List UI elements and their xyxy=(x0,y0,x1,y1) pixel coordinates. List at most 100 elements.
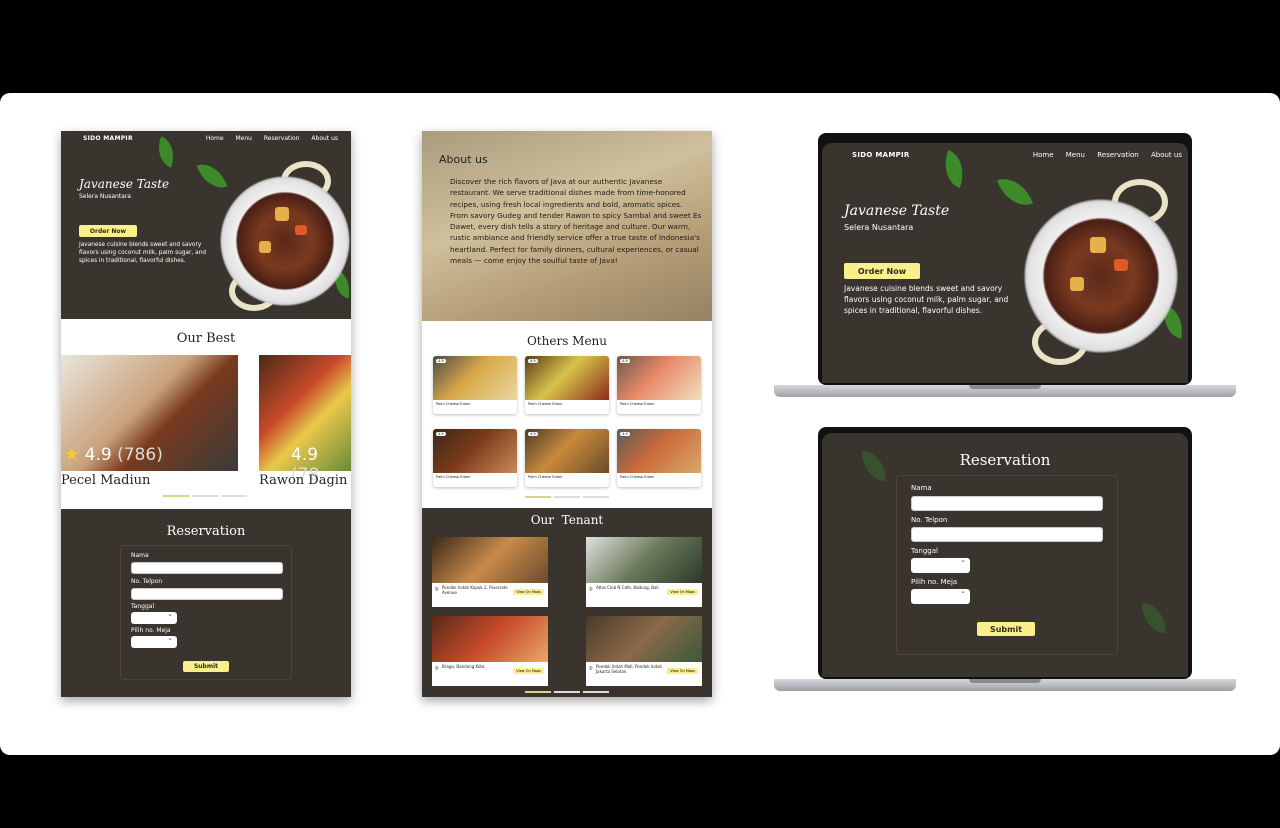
phone-input[interactable] xyxy=(911,527,1103,542)
leaf-decoration xyxy=(196,158,228,194)
laptop-screen: Reservation Nama No. Telpon Tanggal Pili… xyxy=(822,433,1188,677)
nav-home[interactable]: Home xyxy=(206,135,224,142)
name-label: Nama xyxy=(911,484,932,492)
reservation-form: Nama No. Telpon Tanggal Pilih no. Meja S… xyxy=(896,475,1118,655)
view-map-button[interactable]: View On Maps xyxy=(667,589,698,595)
view-map-button[interactable]: View On Maps xyxy=(513,589,544,595)
tenant-card[interactable]: ⌾ Pondok Indah Mall, Pondok Indah Jakart… xyxy=(586,616,702,686)
date-label: Tanggal xyxy=(131,603,155,610)
submit-button[interactable]: Submit xyxy=(183,661,229,672)
laptop-reservation-mockup: Reservation Nama No. Telpon Tanggal Pili… xyxy=(818,427,1192,679)
dish-name[interactable]: Rawon Dagin xyxy=(259,473,347,488)
menu-card[interactable]: 4.9 Palm Cheese Edam xyxy=(433,429,517,487)
rating-badge: 4.9 xyxy=(620,432,630,436)
laptop-base xyxy=(774,679,1236,691)
star-icon: ★ xyxy=(64,445,80,465)
order-now-button[interactable]: Order Now xyxy=(844,263,920,279)
laptop-hero-mockup: SIDO MAMPIR Home Menu Reservation About … xyxy=(818,133,1192,385)
menu-card[interactable]: 4.9 Palm Cheese Edam xyxy=(525,429,609,487)
tenant-card[interactable]: ⌾ Pondok Indah Kapuk 2, Riverside Avenue… xyxy=(432,537,548,607)
nav-reservation[interactable]: Reservation xyxy=(1097,151,1139,159)
phone-label: No. Telpon xyxy=(911,516,948,524)
our-best-section: Our Best ★ 4.9 (786) 4.9 (78 Pecel Madiu… xyxy=(61,319,351,509)
about-text: Discover the rich flavors of Java at our… xyxy=(450,177,702,266)
tenant-card[interactable]: ⌾ Atlas Club N Cafe, Badung, Bali View O… xyxy=(586,537,702,607)
showcase-board: SIDO MAMPIR Home Menu Reservation About … xyxy=(0,93,1280,755)
rating-badge: 4.9 xyxy=(436,432,446,436)
menu-caption: Palm Cheese Edam xyxy=(436,402,471,406)
name-input[interactable] xyxy=(911,496,1103,511)
laptop-base xyxy=(774,385,1236,397)
stew-bowl-image xyxy=(1018,193,1184,359)
view-map-button[interactable]: View On Maps xyxy=(513,668,544,674)
phone-label: No. Telpon xyxy=(131,578,163,585)
dish-name[interactable]: Pecel Madiun xyxy=(61,473,150,488)
reservation-title: Reservation xyxy=(166,524,246,539)
table-label: Pilih no. Meja xyxy=(131,627,171,634)
carousel-indicator[interactable] xyxy=(525,691,609,693)
date-select[interactable] xyxy=(131,610,177,624)
laptop-screen: SIDO MAMPIR Home Menu Reservation About … xyxy=(822,143,1188,383)
mobile-mockup: SIDO MAMPIR Home Menu Reservation About … xyxy=(61,131,351,697)
nav-about[interactable]: About us xyxy=(1151,151,1182,159)
nav-menu[interactable]: Menu xyxy=(235,135,251,142)
carousel-indicator[interactable] xyxy=(525,496,609,498)
tenant-card[interactable]: ⌾ Braga, Bandung Kota View On Maps xyxy=(432,616,548,686)
table-select[interactable] xyxy=(911,587,970,604)
hero-subtitle: Selera Nusantara xyxy=(79,193,131,200)
brand-logo[interactable]: SIDO MAMPIR xyxy=(852,151,910,159)
tenant-title: Our Tenant xyxy=(530,513,604,527)
tenant-address: Braga, Bandung Kota xyxy=(442,664,485,669)
tenant-section: Our Tenant ⌾ Pondok Indah Kapuk 2, River… xyxy=(422,508,712,697)
submit-button[interactable]: Submit xyxy=(977,622,1035,636)
nav-about[interactable]: About us xyxy=(311,135,338,142)
tenant-address: Pondok Indah Kapuk 2, Riverside Avenue xyxy=(442,585,508,595)
reservation-form: Nama No. Telpon Tanggal Pilih no. Meja S… xyxy=(120,545,292,680)
brand-logo[interactable]: SIDO MAMPIR xyxy=(83,135,133,142)
hero-description: Javanese cuisine blends sweet and savory… xyxy=(79,242,207,264)
name-input[interactable] xyxy=(131,562,283,574)
date-select[interactable] xyxy=(911,556,970,573)
rating-value: 4.9 xyxy=(84,445,112,465)
hero-title: Javanese Taste xyxy=(844,203,950,219)
menu-card[interactable]: 4.9 Palm Cheese Edam xyxy=(617,356,701,414)
order-now-button[interactable]: Order Now xyxy=(79,225,137,237)
nav-reservation[interactable]: Reservation xyxy=(264,135,300,142)
about-section: About us Discover the rich flavors of Ja… xyxy=(422,131,712,321)
menu-card[interactable]: 4.9 Palm Cheese Edam xyxy=(525,356,609,414)
menu-caption: Palm Cheese Edam xyxy=(528,402,563,406)
table-select[interactable] xyxy=(131,634,177,648)
rating-badge: 4.9 xyxy=(528,359,538,363)
rating-row: ★ 4.9 (786) xyxy=(64,445,163,465)
rating-value: 4.9 xyxy=(291,445,319,465)
hero-description: Javanese cuisine blends sweet and savory… xyxy=(844,284,1009,315)
view-map-button[interactable]: View On Maps xyxy=(667,668,698,674)
nav-home[interactable]: Home xyxy=(1033,151,1054,159)
nav-menu[interactable]: Menu xyxy=(1066,151,1085,159)
rating-badge: 4.9 xyxy=(620,359,630,363)
phone-input[interactable] xyxy=(131,588,283,600)
stew-bowl-image xyxy=(215,171,351,311)
about-title: About us xyxy=(439,153,488,166)
others-menu-title: Others Menu xyxy=(526,334,608,348)
location-pin-icon: ⌾ xyxy=(435,586,439,593)
leaf-decoration xyxy=(996,171,1034,213)
table-label: Pilih no. Meja xyxy=(911,578,958,586)
mobile-navbar: SIDO MAMPIR Home Menu Reservation About … xyxy=(83,135,338,142)
location-pin-icon: ⌾ xyxy=(589,665,593,672)
name-label: Nama xyxy=(131,552,149,559)
menu-card[interactable]: 4.9 Palm Cheese Edam xyxy=(617,429,701,487)
location-pin-icon: ⌾ xyxy=(435,665,439,672)
rating-count: (786) xyxy=(117,445,163,465)
menu-caption: Palm Cheese Edam xyxy=(528,475,563,479)
laptop-navbar: SIDO MAMPIR Home Menu Reservation About … xyxy=(852,151,1182,159)
menu-caption: Palm Cheese Edam xyxy=(436,475,471,479)
location-pin-icon: ⌾ xyxy=(589,586,593,593)
leaf-decoration xyxy=(1142,603,1166,633)
reservation-title: Reservation xyxy=(959,451,1051,469)
carousel-indicator[interactable] xyxy=(163,495,247,497)
menu-card[interactable]: 4.9 Palm Cheese Edam xyxy=(433,356,517,414)
tenant-address: Atlas Club N Cafe, Badung, Bali xyxy=(596,585,659,590)
hero-subtitle: Selera Nusantara xyxy=(844,223,914,232)
menu-caption: Palm Cheese Edam xyxy=(620,402,655,406)
